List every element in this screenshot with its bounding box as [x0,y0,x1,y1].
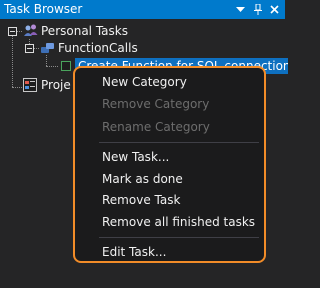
menu-item-remove-task[interactable]: Remove Task [75,190,264,210]
window-title: Task Browser [4,2,83,16]
menu-separator [99,142,259,143]
tree-node-functioncalls[interactable]: FunctionCalls [0,39,285,57]
close-icon[interactable] [267,2,282,17]
collapse-icon[interactable] [8,27,17,36]
task-browser-panel: Task Browser Personal Tasks FunctionCall… [0,0,288,288]
collapse-icon[interactable] [25,44,34,53]
title-bar: Task Browser [0,0,285,19]
menu-item-new-category[interactable]: New Category [75,72,264,92]
menu-item-rename-category: Rename Category [102,120,210,134]
menu-item-remove-category: Remove Category [102,97,210,111]
menu-separator [99,237,259,238]
menu-item-mark-as-done[interactable]: Mark as done [75,169,264,189]
project-icon [23,78,37,97]
menu-item-new-task[interactable]: New Task... [75,147,264,167]
pin-icon[interactable] [250,2,265,17]
task-checkbox-icon[interactable] [61,61,71,71]
menu-item-remove-all-finished[interactable]: Remove all finished tasks [75,212,264,232]
node-label: Personal Tasks [41,24,128,38]
chevron-down-icon[interactable] [233,2,248,17]
menu-item-edit-task[interactable]: Edit Task... [75,242,264,262]
node-label: FunctionCalls [58,41,138,55]
tree-node-personal-tasks[interactable]: Personal Tasks [0,22,285,40]
node-label: Proje [41,78,71,92]
context-menu: New Category Remove Category Rename Cate… [73,66,266,263]
